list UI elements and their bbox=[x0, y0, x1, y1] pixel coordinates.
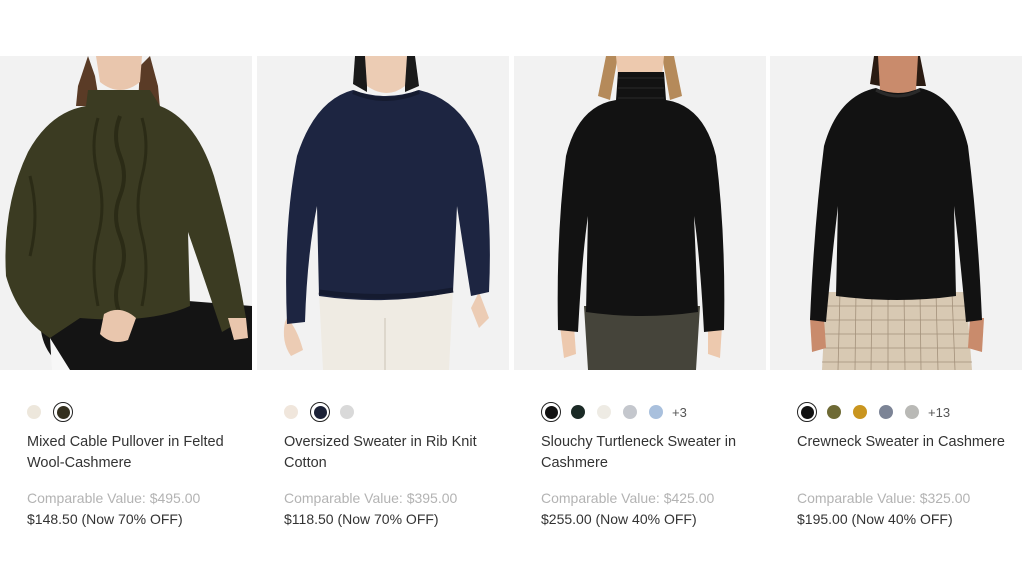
product-name[interactable]: Mixed Cable Pullover in Felted Wool-Cash… bbox=[27, 432, 242, 474]
sale-price: $118.50 (Now 70% OFF) bbox=[284, 511, 439, 527]
color-swatch[interactable] bbox=[623, 405, 637, 419]
more-colors-link[interactable]: +13 bbox=[928, 405, 950, 420]
sale-price: $148.50 (Now 70% OFF) bbox=[27, 511, 183, 527]
model-photo-illustration bbox=[257, 56, 509, 370]
model-photo-illustration bbox=[514, 56, 766, 370]
product-card-oversized-sweater[interactable]: Oversized Sweater in Rib Knit Cotton Com… bbox=[257, 56, 509, 536]
comparable-value: Comparable Value: $425.00 bbox=[541, 490, 715, 506]
color-swatches bbox=[284, 402, 366, 422]
color-swatch[interactable] bbox=[905, 405, 919, 419]
color-swatch-selected[interactable] bbox=[541, 402, 561, 422]
color-swatch[interactable] bbox=[597, 405, 611, 419]
comparable-value: Comparable Value: $325.00 bbox=[797, 490, 971, 506]
color-swatches bbox=[27, 402, 83, 422]
model-photo-illustration bbox=[770, 56, 1022, 370]
color-swatch-selected[interactable] bbox=[53, 402, 73, 422]
color-swatch[interactable] bbox=[827, 405, 841, 419]
comparable-value: Comparable Value: $495.00 bbox=[27, 490, 201, 506]
color-swatch[interactable] bbox=[879, 405, 893, 419]
more-colors-link[interactable]: +3 bbox=[672, 405, 687, 420]
color-swatch[interactable] bbox=[853, 405, 867, 419]
color-swatch[interactable] bbox=[571, 405, 585, 419]
product-card-slouchy-turtleneck[interactable]: +3 Slouchy Turtleneck Sweater in Cashmer… bbox=[514, 56, 766, 536]
sale-price: $255.00 (Now 40% OFF) bbox=[541, 511, 697, 527]
product-image[interactable] bbox=[770, 56, 1022, 370]
color-swatches: +3 bbox=[541, 402, 687, 422]
product-image[interactable] bbox=[514, 56, 766, 370]
product-name[interactable]: Slouchy Turtleneck Sweater in Cashmere bbox=[541, 432, 756, 474]
product-name[interactable]: Oversized Sweater in Rib Knit Cotton bbox=[284, 432, 499, 474]
product-card-crewneck-sweater[interactable]: +13 Crewneck Sweater in Cashmere Compara… bbox=[770, 56, 1022, 536]
color-swatch-selected[interactable] bbox=[797, 402, 817, 422]
product-card-mixed-cable-pullover[interactable]: Mixed Cable Pullover in Felted Wool-Cash… bbox=[0, 56, 252, 536]
color-swatch[interactable] bbox=[649, 405, 663, 419]
sale-price: $195.00 (Now 40% OFF) bbox=[797, 511, 953, 527]
product-name[interactable]: Crewneck Sweater in Cashmere bbox=[797, 432, 1012, 453]
comparable-value: Comparable Value: $395.00 bbox=[284, 490, 458, 506]
color-swatch[interactable] bbox=[27, 405, 41, 419]
product-grid: Mixed Cable Pullover in Felted Wool-Cash… bbox=[0, 56, 1024, 536]
color-swatch[interactable] bbox=[340, 405, 354, 419]
product-image[interactable] bbox=[257, 56, 509, 370]
model-photo-illustration bbox=[0, 56, 252, 370]
color-swatch[interactable] bbox=[284, 405, 298, 419]
product-image[interactable] bbox=[0, 56, 252, 370]
color-swatches: +13 bbox=[797, 402, 950, 422]
color-swatch-selected[interactable] bbox=[310, 402, 330, 422]
